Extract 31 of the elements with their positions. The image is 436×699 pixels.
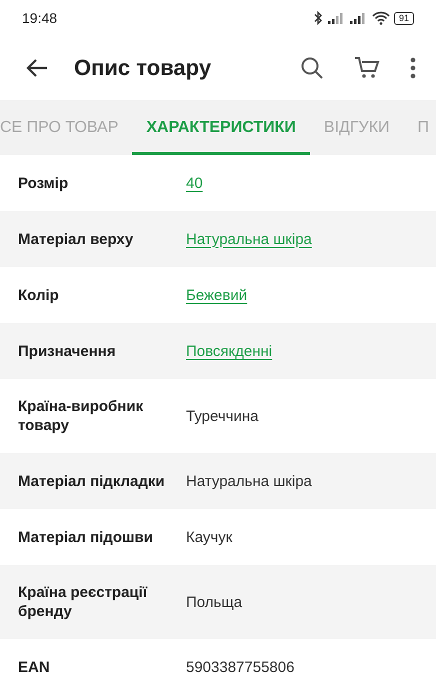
spec-link[interactable]: Повсякденні bbox=[186, 342, 272, 360]
spec-value: Каучук bbox=[186, 528, 232, 546]
spec-link[interactable]: Натуральна шкіра bbox=[186, 230, 312, 248]
tab[interactable]: ВІДГУКИ bbox=[310, 100, 404, 155]
spec-value: Натуральна шкіра bbox=[186, 472, 312, 490]
status-time: 19:48 bbox=[22, 10, 58, 26]
wifi-icon bbox=[372, 11, 390, 25]
spec-name: Країна-виробник товару bbox=[18, 397, 144, 435]
tab[interactable]: П bbox=[404, 100, 436, 155]
tab[interactable]: СЕ ПРО ТОВАР bbox=[0, 100, 132, 155]
spec-value: 5903387755806 bbox=[186, 658, 294, 676]
spec-name: Матеріал підкладки bbox=[18, 472, 166, 490]
more-vertical-icon bbox=[410, 57, 416, 79]
cart-icon bbox=[354, 56, 380, 80]
spec-name: Матеріал підошви bbox=[18, 528, 154, 546]
spec-value: Туреччина bbox=[186, 408, 258, 424]
spec-link[interactable]: Бежевий bbox=[186, 286, 248, 304]
spec-name: Матеріал верху bbox=[18, 230, 134, 248]
search-icon bbox=[300, 56, 324, 80]
spec-name: Колір bbox=[18, 286, 60, 304]
battery-indicator: 91 bbox=[394, 12, 414, 24]
spec-name: EAN bbox=[18, 658, 51, 676]
spec-name: Розмір bbox=[18, 174, 70, 192]
spec-name: Країна реєстрації бренду bbox=[18, 583, 148, 621]
tab[interactable]: ХАРАКТЕРИСТИКИ bbox=[132, 100, 310, 155]
spec-value: Польща bbox=[186, 594, 242, 610]
back-arrow-icon bbox=[26, 58, 48, 78]
spec-name: Призначення bbox=[18, 342, 117, 360]
bluetooth-icon bbox=[312, 11, 324, 25]
spec-link[interactable]: 40 bbox=[186, 174, 203, 192]
page-title: Опис товару bbox=[74, 55, 212, 81]
